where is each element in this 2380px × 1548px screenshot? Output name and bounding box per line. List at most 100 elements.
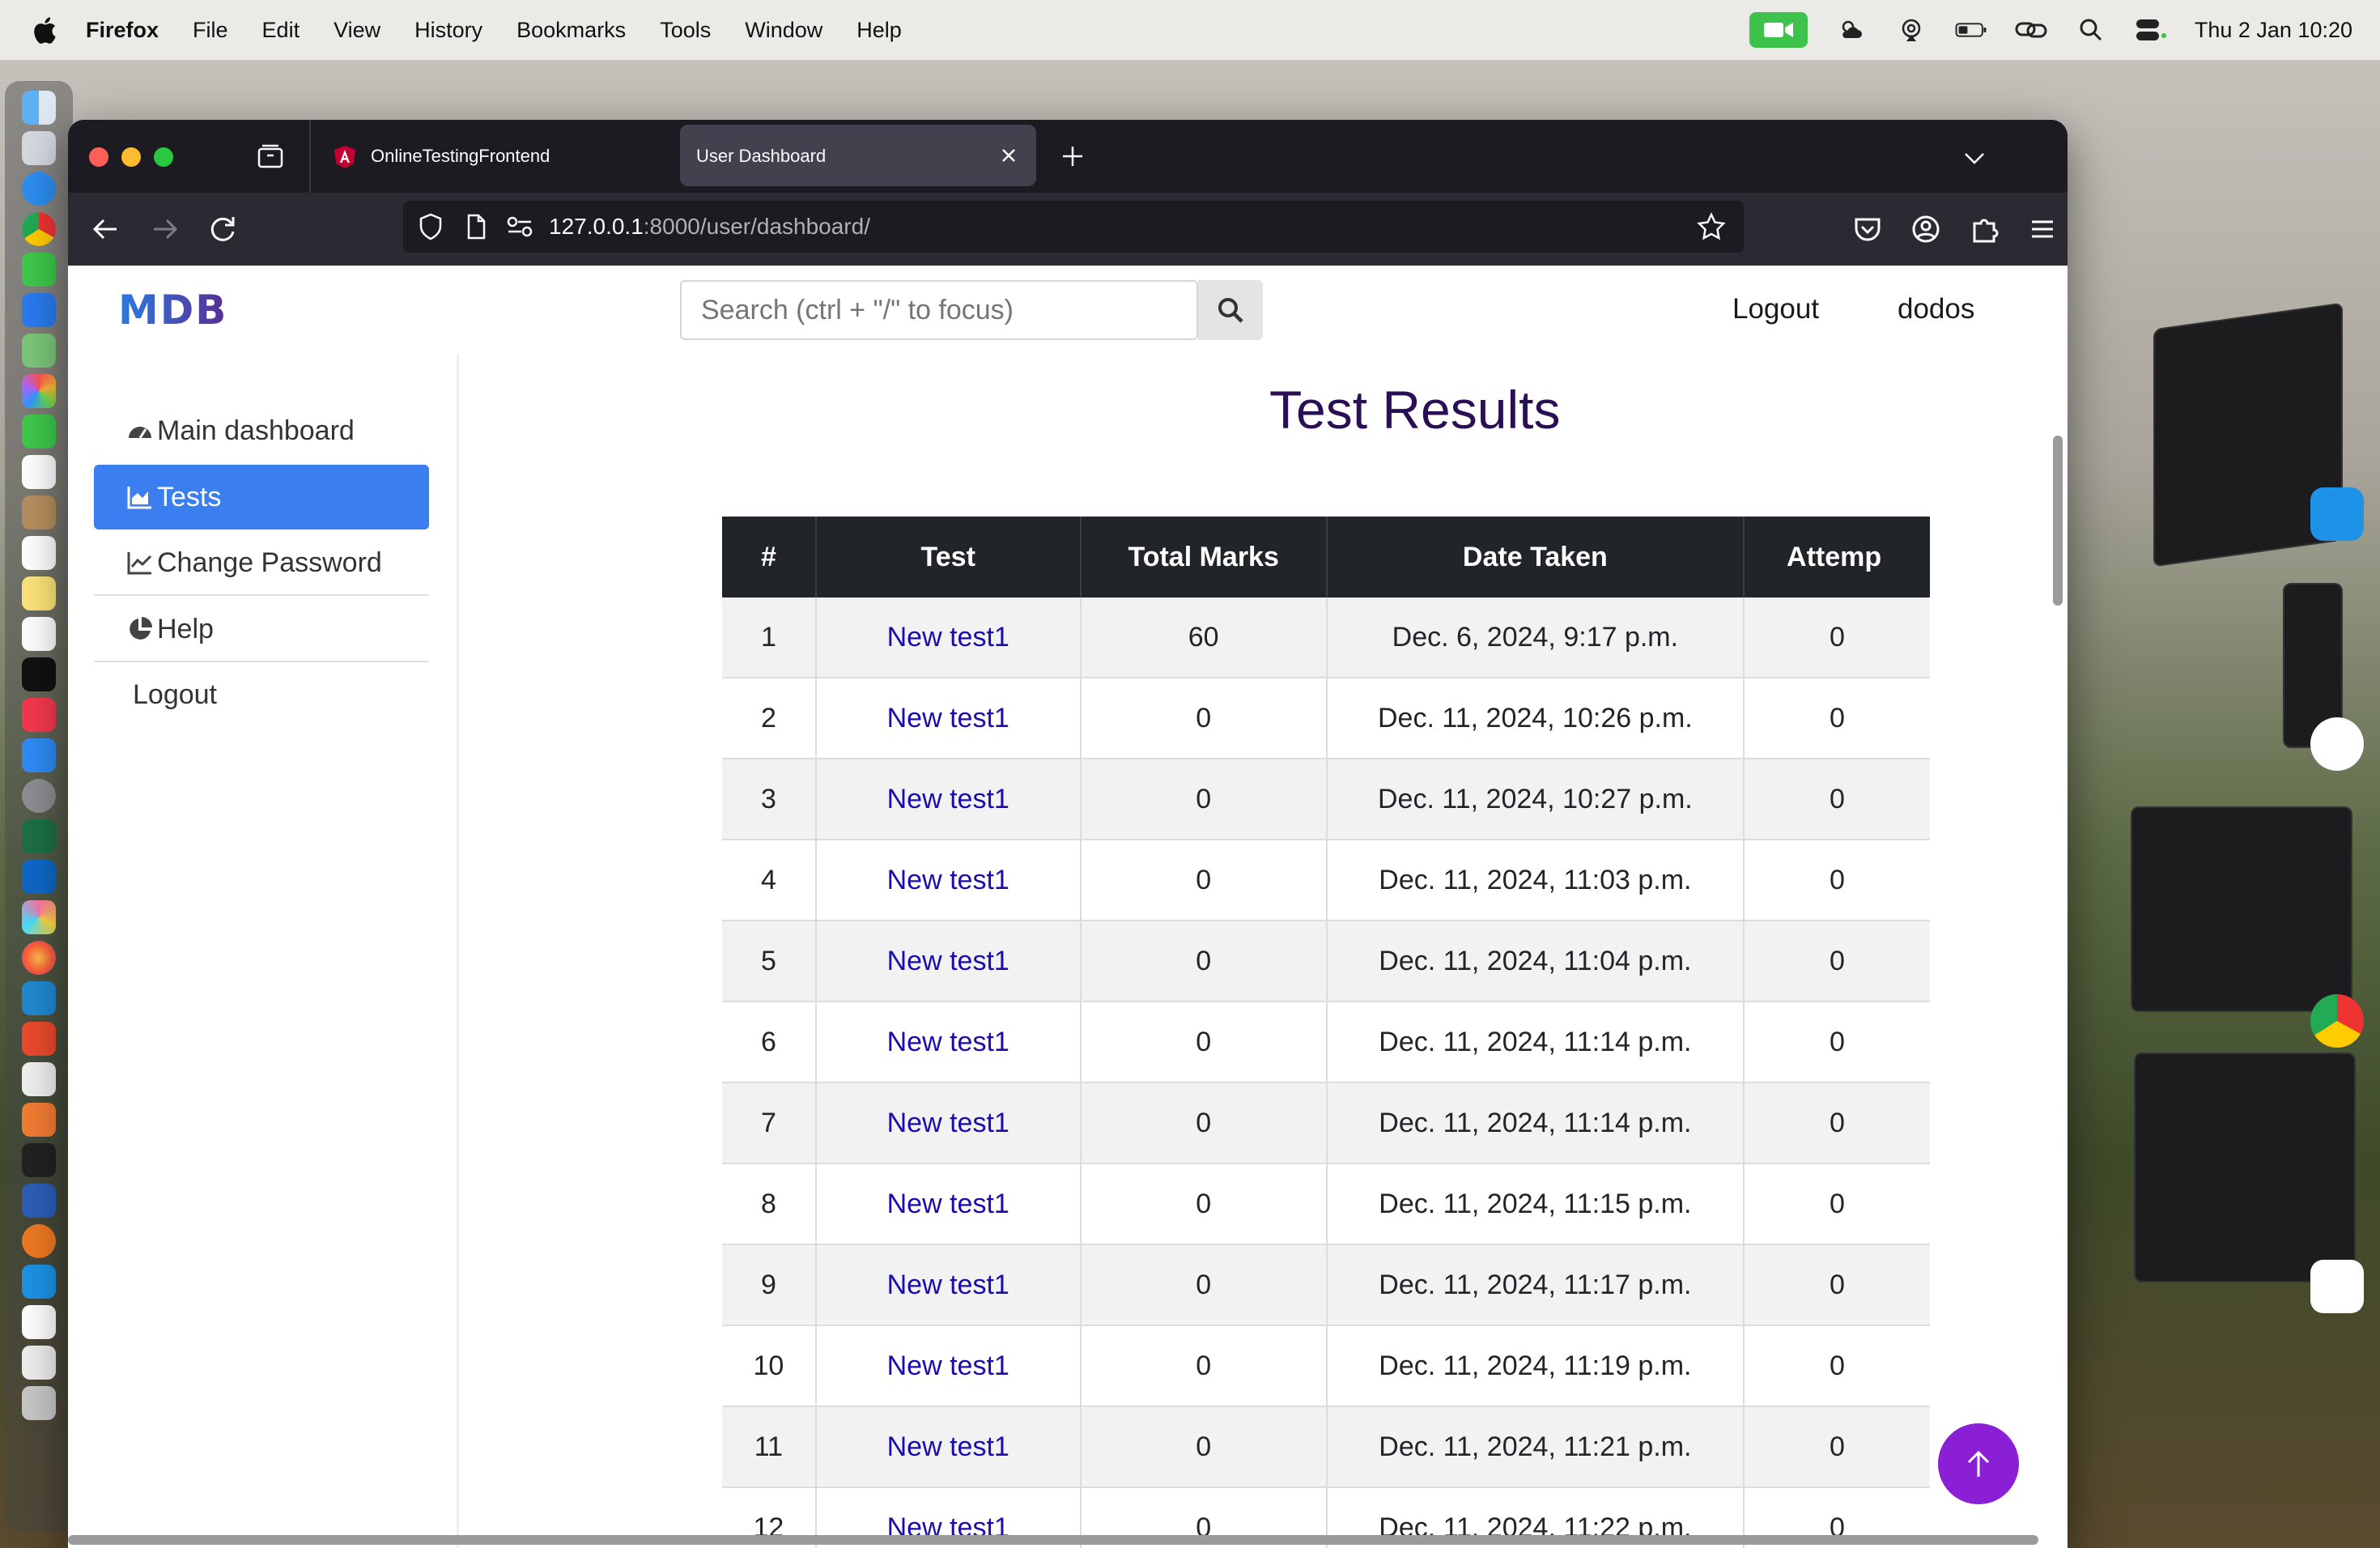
cell-test-link[interactable]: New test1 — [815, 759, 1082, 840]
menu-view[interactable]: View — [334, 18, 380, 43]
firefox-view-icon[interactable] — [256, 142, 285, 172]
menu-tools[interactable]: Tools — [660, 18, 711, 43]
sidebar-item-logout[interactable]: Logout — [94, 662, 429, 727]
list-all-tabs-chevron-down-icon[interactable] — [1961, 144, 1988, 172]
scroll-to-top-button[interactable] — [1938, 1423, 2019, 1504]
reminders-app-icon[interactable] — [22, 536, 56, 570]
docker-app-icon[interactable] — [22, 1265, 56, 1299]
page-info-icon[interactable] — [461, 212, 491, 241]
tv-app-icon[interactable] — [22, 657, 56, 691]
menu-edit[interactable]: Edit — [262, 18, 300, 43]
vpn-app-icon[interactable] — [22, 1224, 56, 1258]
safari-app-icon[interactable] — [22, 172, 56, 206]
sidebar-item-help[interactable]: Help — [94, 598, 429, 662]
outlook-app-icon[interactable] — [22, 860, 56, 894]
bookmark-star-icon[interactable] — [1697, 212, 1726, 241]
link-chain-icon[interactable] — [2015, 14, 2047, 46]
control-center-icon[interactable] — [2135, 14, 2167, 46]
cell-test-link[interactable]: New test1 — [815, 921, 1082, 1002]
mdb-logo[interactable]: MDB — [118, 287, 227, 334]
column-header-number[interactable]: # — [722, 517, 817, 598]
account-icon[interactable] — [1909, 212, 1943, 246]
close-window-button[interactable] — [89, 147, 108, 167]
vscode-app-icon[interactable] — [22, 981, 56, 1015]
airplay-audio-icon[interactable] — [1895, 14, 1927, 46]
cell-test-link[interactable]: New test1 — [815, 1325, 1082, 1407]
reload-icon[interactable] — [206, 212, 240, 246]
menu-history[interactable]: History — [414, 18, 482, 43]
chrome-app-icon[interactable] — [22, 212, 56, 246]
desktop-window-thumbnail[interactable] — [2134, 1053, 2356, 1282]
music-app-icon[interactable] — [22, 698, 56, 732]
colorful-app-icon[interactable] — [22, 900, 56, 934]
address-bar[interactable]: 127.0.0.1:8000/user/dashboard/ — [403, 201, 1744, 253]
finder-app-icon[interactable] — [22, 91, 56, 125]
url-text[interactable]: 127.0.0.1:8000/user/dashboard/ — [549, 214, 870, 240]
freeform-app-icon[interactable] — [22, 617, 56, 651]
video-camera-icon[interactable] — [1749, 12, 1808, 48]
menu-window[interactable]: Window — [745, 18, 822, 43]
notes-app-icon[interactable] — [22, 576, 56, 610]
logout-link[interactable]: Logout — [1732, 293, 1819, 325]
desktop-window-thumbnail[interactable] — [2131, 806, 2352, 1012]
pocket-icon[interactable] — [1851, 212, 1885, 246]
photos-app-icon[interactable] — [22, 374, 56, 408]
weather-icon[interactable] — [1835, 14, 1868, 46]
cell-test-link[interactable]: New test1 — [815, 678, 1082, 759]
slack-app-icon[interactable] — [22, 1305, 56, 1339]
messages-app-icon[interactable] — [22, 253, 56, 287]
cell-test-link[interactable]: New test1 — [815, 840, 1082, 921]
menu-bookmarks[interactable]: Bookmarks — [516, 18, 626, 43]
column-header-attempts[interactable]: Attemp — [1744, 517, 1930, 598]
cell-test-link[interactable]: New test1 — [815, 1244, 1082, 1326]
system-settings-app-icon[interactable] — [22, 779, 56, 813]
tab-online-testing-frontend[interactable]: OnlineTestingFrontend — [311, 125, 740, 186]
chrome-app-icon[interactable] — [2310, 994, 2364, 1048]
sublime-app-icon[interactable] — [22, 1103, 56, 1137]
sidebar-item-main-dashboard[interactable]: Main dashboard — [94, 398, 429, 463]
horizontal-scrollbar[interactable] — [68, 1535, 2038, 1545]
extensions-puzzle-icon[interactable] — [1967, 212, 2001, 246]
cell-test-link[interactable]: New test1 — [815, 1163, 1082, 1245]
menubar-clock[interactable]: Thu 2 Jan 10:20 — [2195, 18, 2352, 43]
vertical-scrollbar[interactable] — [2053, 436, 2063, 606]
vscode-app-icon[interactable] — [2310, 1260, 2364, 1313]
word-app-icon[interactable] — [22, 1184, 56, 1218]
git-app-icon[interactable] — [22, 1022, 56, 1056]
cell-test-link[interactable]: New test1 — [815, 598, 1082, 678]
vpn-app-icon[interactable] — [2310, 717, 2364, 771]
textedit-app-icon[interactable] — [22, 1062, 56, 1096]
hamburger-menu-icon[interactable] — [2025, 212, 2059, 246]
close-tab-icon[interactable] — [997, 144, 1020, 167]
launchpad-app-icon[interactable] — [22, 131, 56, 165]
tab-user-dashboard[interactable]: User Dashboard — [680, 125, 1036, 186]
zoom-window-button[interactable] — [154, 147, 173, 167]
search-button[interactable] — [1198, 280, 1263, 340]
apple-logo-icon[interactable] — [31, 15, 58, 45]
terminal-app-icon[interactable] — [22, 1143, 56, 1177]
menu-app-name[interactable]: Firefox — [86, 18, 159, 43]
minimize-window-button[interactable] — [121, 147, 141, 167]
username-link[interactable]: dodos — [1898, 293, 1974, 325]
maps-app-icon[interactable] — [22, 334, 56, 368]
column-header-test[interactable]: Test — [815, 517, 1082, 598]
sidebar-item-change-password[interactable]: Change Password — [94, 531, 429, 596]
menu-file[interactable]: File — [193, 18, 228, 43]
cell-test-link[interactable]: New test1 — [815, 1082, 1082, 1164]
calendar-app-icon[interactable] — [22, 455, 56, 489]
document-app-icon[interactable] — [22, 1346, 56, 1380]
mail-app-icon[interactable] — [22, 293, 56, 327]
menu-help[interactable]: Help — [856, 18, 902, 43]
docker-app-icon[interactable] — [2310, 487, 2364, 541]
facetime-app-icon[interactable] — [22, 415, 56, 449]
cell-test-link[interactable]: New test1 — [815, 1406, 1082, 1488]
back-arrow-icon[interactable] — [89, 212, 123, 246]
new-tab-plus-icon[interactable] — [1059, 142, 1086, 170]
spotlight-search-icon[interactable] — [2075, 14, 2107, 46]
contacts-app-icon[interactable] — [22, 495, 56, 529]
trash-icon[interactable] — [22, 1386, 56, 1420]
search-input[interactable] — [682, 282, 1196, 338]
column-header-date-taken[interactable]: Date Taken — [1326, 517, 1745, 598]
permissions-icon[interactable] — [505, 212, 534, 241]
shield-tracking-protection-icon[interactable] — [416, 212, 445, 241]
